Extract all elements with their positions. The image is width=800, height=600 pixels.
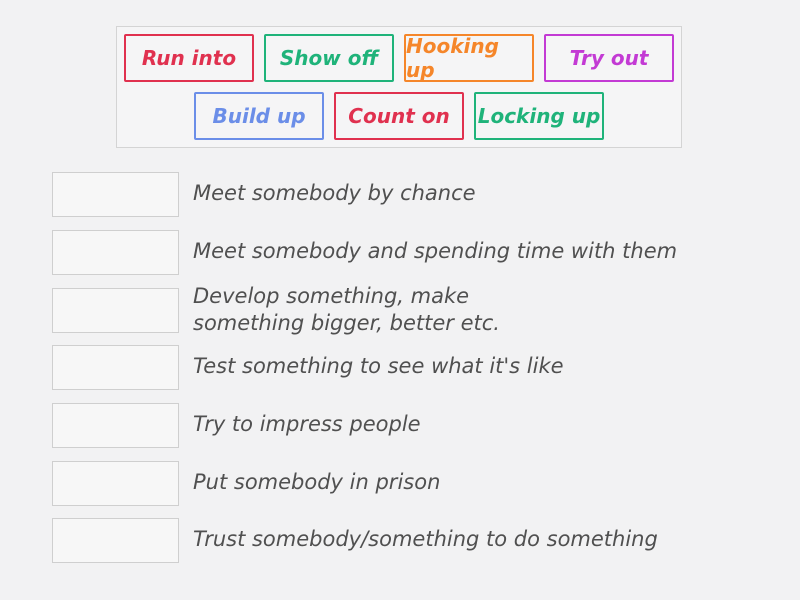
definition-line: something bigger, better etc. xyxy=(193,311,500,335)
definition-text: Meet somebody by chance xyxy=(193,180,476,207)
definition-line: Try to impress people xyxy=(193,412,421,436)
definition-text: Develop something, make something bigger,… xyxy=(193,283,500,337)
definition-line: Meet somebody by chance xyxy=(193,181,476,205)
definition-text: Meet somebody and spending time with the… xyxy=(193,238,677,265)
definition-line: Trust somebody/something to do something xyxy=(193,527,658,551)
word-tile[interactable]: Hooking up xyxy=(404,34,534,82)
definition-text: Put somebody in prison xyxy=(193,469,440,496)
word-tile[interactable]: Try out xyxy=(544,34,674,82)
definition-line: Develop something, make xyxy=(193,284,470,308)
word-tile[interactable]: Run into xyxy=(124,34,254,82)
answer-drop-slot[interactable] xyxy=(52,461,179,506)
word-tile[interactable]: Show off xyxy=(264,34,394,82)
answer-drop-slot[interactable] xyxy=(52,518,179,563)
answer-drop-slot[interactable] xyxy=(52,230,179,275)
definition-text: Test something to see what it's like xyxy=(193,353,564,380)
definition-text: Trust somebody/something to do something xyxy=(193,526,658,553)
definition-line: Meet somebody and spending time with the… xyxy=(193,239,678,263)
definition-line: Test something to see what it's like xyxy=(193,354,564,378)
word-tile[interactable]: Locking up xyxy=(474,92,604,140)
word-tile[interactable]: Count on xyxy=(334,92,464,140)
answer-drop-slot[interactable] xyxy=(52,172,179,217)
definition-text: Try to impress people xyxy=(193,411,421,438)
definition-line: Put somebody in prison xyxy=(193,470,441,494)
answer-drop-slot[interactable] xyxy=(52,345,179,390)
answer-drop-slot[interactable] xyxy=(52,403,179,448)
word-tile[interactable]: Build up xyxy=(194,92,324,140)
answer-drop-slot[interactable] xyxy=(52,288,179,333)
